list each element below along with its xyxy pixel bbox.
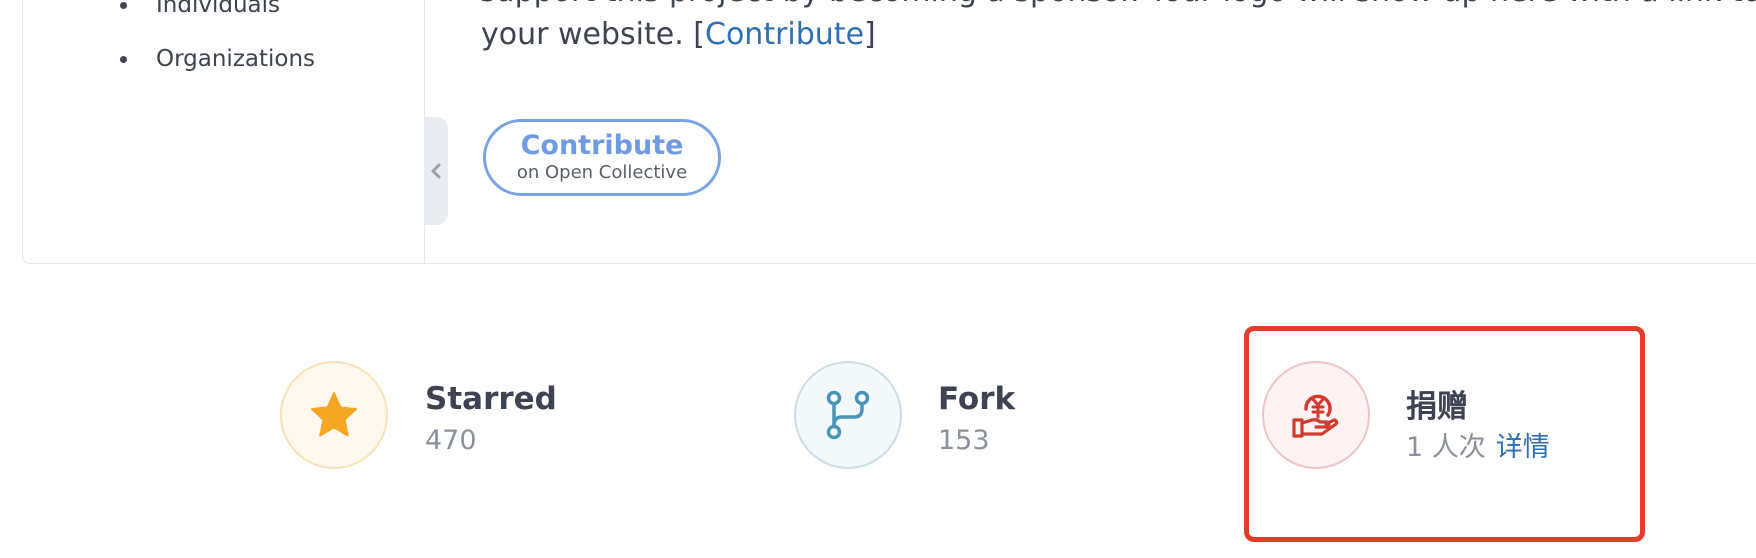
donate-count: 1 人次: [1406, 432, 1486, 463]
readme-text-line: your website. [Contribute]: [481, 17, 876, 52]
readme-text-prefix: your website. [: [481, 17, 705, 52]
readme-text-suffix: ]: [864, 17, 876, 52]
donate-hand-coin-icon: [1292, 394, 1339, 438]
toc-item-individuals[interactable]: Individuals: [100, 0, 315, 32]
starred-count: 470: [425, 425, 477, 456]
open-collective-sub-label: on Open Collective: [516, 161, 688, 183]
fork-label: Fork: [938, 381, 1016, 417]
donate-icon-circle: [1262, 361, 1370, 469]
star-icon: [311, 392, 357, 437]
chevron-left-icon: [431, 163, 441, 179]
fork-icon: [826, 390, 870, 440]
sidebar-collapse-button[interactable]: [424, 117, 448, 225]
toc-item-organizations[interactable]: Organizations: [100, 32, 315, 86]
starred-label: Starred: [425, 381, 557, 417]
fork-icon-circle: [794, 361, 902, 469]
open-collective-contribute-button[interactable]: Contribute on Open Collective: [483, 119, 721, 196]
donate-count-row: 1 人次 详情: [1406, 425, 1550, 464]
donate-label: 捐赠: [1406, 389, 1468, 425]
donate-details-link[interactable]: 详情: [1496, 432, 1550, 463]
toc-list: Individuals Organizations: [100, 0, 315, 86]
page: Individuals Organizations support this p…: [0, 0, 1756, 558]
open-collective-main-label: Contribute: [520, 129, 684, 161]
starred-icon-circle: [280, 361, 388, 469]
readme-text-partial: support this project by becoming a spons…: [480, 0, 1756, 9]
fork-count: 153: [938, 425, 990, 456]
contribute-link[interactable]: Contribute: [705, 17, 864, 52]
